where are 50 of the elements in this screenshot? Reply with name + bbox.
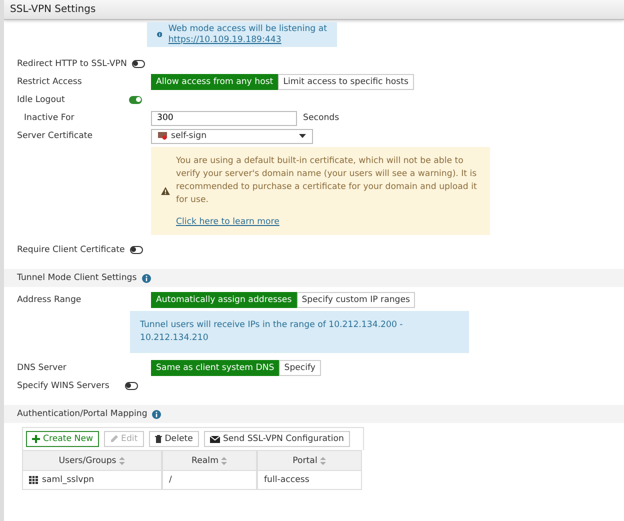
option-tab[interactable]: Specify custom IP ranges bbox=[296, 292, 415, 308]
toggle-switch[interactable] bbox=[132, 60, 145, 68]
table-cell: saml_sslvpn bbox=[22, 471, 162, 490]
certificate-dropdown[interactable]: self-sign bbox=[151, 128, 313, 144]
section-title: Authentication/Portal Mapping bbox=[17, 409, 148, 419]
web-access-link[interactable]: https://10.109.19.189:443 bbox=[168, 35, 282, 45]
setting-label: Require Client Certificate bbox=[17, 245, 125, 255]
learn-more-link[interactable]: Click here to learn more bbox=[176, 217, 280, 227]
toolbar-button[interactable]: Send SSL-VPN Configuration bbox=[204, 431, 350, 447]
certificate-icon bbox=[158, 132, 167, 140]
toggle-switch[interactable] bbox=[125, 382, 138, 390]
table-cell: full-access bbox=[257, 471, 362, 490]
setting-label: Redirect HTTP to SSL-VPN bbox=[17, 59, 127, 69]
warning-text: You are using a default built-in certificate, which will not be able to verify your server's domain name (your users will see a warning). It is recommended to purchase a certificate for your domain and upload it for use. bbox=[176, 155, 478, 207]
toolbar-button[interactable]: Create New bbox=[26, 431, 100, 447]
setting-label: Specify WINS Servers bbox=[17, 381, 110, 391]
toggle-switch[interactable] bbox=[130, 246, 143, 254]
group-icon bbox=[29, 476, 38, 484]
setting-label: Inactive For bbox=[24, 113, 76, 123]
option-tab[interactable]: Allow access from any host bbox=[151, 74, 278, 90]
info-icon bbox=[157, 30, 162, 39]
window-title: SSL-VPN Settings bbox=[4, 0, 624, 20]
setting-label: Address Range bbox=[17, 295, 82, 305]
info-icon bbox=[142, 274, 151, 282]
info-text: Web mode access will be listening at bbox=[168, 24, 327, 34]
setting-label: DNS Server bbox=[17, 363, 68, 373]
option-tab[interactable]: Same as client system DNS bbox=[151, 360, 280, 376]
section-title: Tunnel Mode Client Settings bbox=[17, 273, 137, 283]
column-header[interactable]: Realm bbox=[162, 450, 257, 471]
info-icon bbox=[152, 410, 162, 418]
toggle-switch[interactable] bbox=[128, 96, 142, 104]
option-tab[interactable]: Specify bbox=[279, 360, 321, 376]
unit-label: Seconds bbox=[303, 113, 340, 123]
caret-icon bbox=[299, 134, 306, 138]
warning-icon bbox=[161, 187, 170, 195]
setting-label: Server Certificate bbox=[17, 131, 94, 141]
info-text: Tunnel users will receive IPs in the range of 10.212.134.200 - 10.212.134.210 bbox=[140, 319, 404, 345]
envelope-icon bbox=[210, 436, 220, 442]
pencil-icon bbox=[110, 435, 118, 443]
number-field[interactable]: 300 bbox=[151, 110, 297, 126]
column-header[interactable]: Portal bbox=[257, 450, 362, 471]
table-cell: / bbox=[162, 471, 257, 490]
option-tab[interactable]: Automatically assign addresses bbox=[151, 292, 297, 308]
plus-icon bbox=[32, 435, 40, 443]
setting-label: Idle Logout bbox=[17, 95, 65, 105]
setting-label: Restrict Access bbox=[17, 77, 83, 87]
toolbar-button[interactable]: Delete bbox=[148, 431, 199, 447]
trash-icon bbox=[154, 435, 162, 443]
option-tab[interactable]: Limit access to specific hosts bbox=[278, 74, 414, 90]
column-header[interactable]: Users/Groups bbox=[22, 450, 162, 471]
